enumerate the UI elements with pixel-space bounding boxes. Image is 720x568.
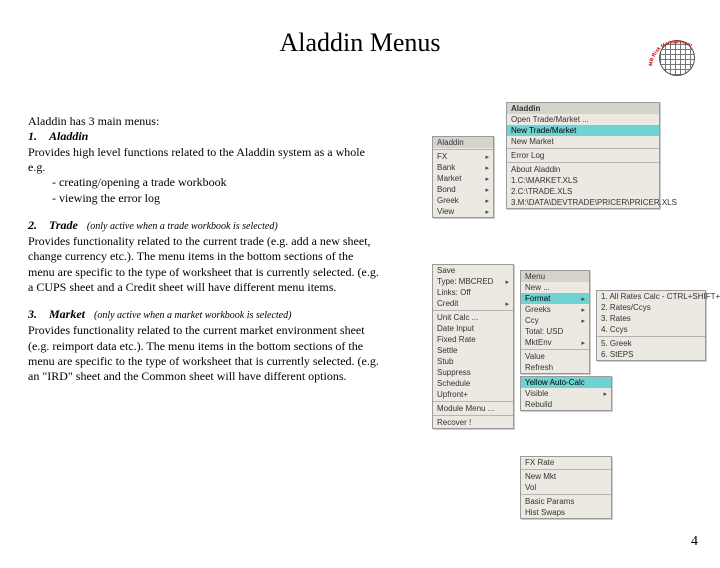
menu-item[interactable]: Hist Swaps xyxy=(521,507,611,518)
sec2-body: Provides functionality related to the cu… xyxy=(28,234,380,295)
chevron-right-icon: ▸ xyxy=(581,339,585,347)
menu-item[interactable]: Type: MBCRED▸ xyxy=(433,276,513,287)
logo-text: MB Risk Management xyxy=(648,39,693,66)
body-text: Aladdin has 3 main menus: 1. Aladdin Pro… xyxy=(28,114,380,397)
intro-line: Aladdin has 3 main menus: xyxy=(28,114,380,129)
menu-item[interactable]: Basic Params xyxy=(521,496,611,507)
menu-item[interactable]: 2.C:\TRADE.XLS xyxy=(507,186,659,197)
menu-item[interactable]: Market▸ xyxy=(433,173,493,184)
page-title: Aladdin Menus xyxy=(0,28,720,58)
menu-item[interactable]: View▸ xyxy=(433,206,493,217)
menu-item[interactable]: Error Log xyxy=(507,150,659,161)
sec1-bullet2: - viewing the error log xyxy=(28,191,380,206)
menu-item[interactable]: 4. Ccys xyxy=(597,324,705,335)
sec3-note: (only active when a market workbook is s… xyxy=(94,310,291,321)
menu-item[interactable]: About Aladdin xyxy=(507,164,659,175)
logo: MB Risk Management xyxy=(648,34,706,82)
chevron-right-icon: ▸ xyxy=(505,300,509,308)
menu-item[interactable]: Bond▸ xyxy=(433,184,493,195)
menu-aladdin-dropdown: Aladdin Open Trade/Market ... New Trade/… xyxy=(506,102,660,209)
sec3-num: 3. xyxy=(28,307,37,321)
sec2-note: (only active when a trade workbook is se… xyxy=(87,221,278,232)
menu-item[interactable]: Open Trade/Market ... xyxy=(507,114,659,125)
menu-item[interactable]: Bank▸ xyxy=(433,162,493,173)
sec3-name: Market xyxy=(49,307,85,321)
sec1-bullet1: - creating/opening a trade workbook xyxy=(28,175,380,190)
menu-item[interactable]: Module Menu ... xyxy=(433,403,513,414)
menu-item[interactable]: Ccy▸ xyxy=(521,315,589,326)
menu-market-bottom: FX Rate New Mkt Vol Basic Params Hist Sw… xyxy=(520,456,612,519)
menu-item[interactable]: 1.C:\MARKET.XLS xyxy=(507,175,659,186)
menu-item-highlighted[interactable]: Format▸ xyxy=(521,293,589,304)
menu-item[interactable]: Fixed Rate xyxy=(433,334,513,345)
menu-item[interactable]: 5. Greek xyxy=(597,338,705,349)
menu-header: Aladdin xyxy=(433,137,493,148)
menu-header: Menu xyxy=(521,271,589,282)
sec1-num: 1. xyxy=(28,129,37,143)
chevron-right-icon: ▸ xyxy=(581,317,585,325)
svg-text:MB Risk Management: MB Risk Management xyxy=(648,39,693,66)
sec2-name: Trade xyxy=(49,218,78,232)
menu-item[interactable]: Value xyxy=(521,351,589,362)
menu-item[interactable]: FX▸ xyxy=(433,151,493,162)
menu-item[interactable]: MktEnv▸ xyxy=(521,337,589,348)
menu-item[interactable]: New Mkt xyxy=(521,471,611,482)
page-number: 4 xyxy=(691,534,698,550)
chevron-right-icon: ▸ xyxy=(581,295,585,303)
menu-trade-left: Save Type: MBCRED▸ Links: Off Credit▸ Un… xyxy=(432,264,514,429)
menu-item[interactable]: 1. All Rates Calc - CTRL+SHIFT+R xyxy=(597,291,705,302)
menu-trade-submenu: 1. All Rates Calc - CTRL+SHIFT+R 2. Rate… xyxy=(596,290,706,361)
menu-item[interactable]: New ... xyxy=(521,282,589,293)
menu-market-top: Yellow Auto-Calc Visible▸ Rebuild xyxy=(520,376,612,411)
chevron-right-icon: ▸ xyxy=(485,153,489,161)
menu-item[interactable]: Upfront+ xyxy=(433,389,513,400)
menu-item[interactable]: Greeks▸ xyxy=(521,304,589,315)
sec1-name: Aladdin xyxy=(49,129,88,143)
menu-item[interactable]: Rebuild xyxy=(521,399,611,410)
menu-item[interactable]: Date Input xyxy=(433,323,513,334)
menu-item[interactable]: 6. StEPS xyxy=(597,349,705,360)
menu-item[interactable]: 2. Rates/Ccys xyxy=(597,302,705,313)
chevron-right-icon: ▸ xyxy=(581,306,585,314)
menu-item-highlighted[interactable]: New Trade/Market xyxy=(507,125,659,136)
menu-item[interactable]: Credit▸ xyxy=(433,298,513,309)
menu-item[interactable]: Links: Off xyxy=(433,287,513,298)
chevron-right-icon: ▸ xyxy=(485,197,489,205)
chevron-right-icon: ▸ xyxy=(603,390,607,398)
menu-item[interactable]: Save xyxy=(433,265,513,276)
menu-item[interactable]: Vol xyxy=(521,482,611,493)
menu-item[interactable]: 3. Rates xyxy=(597,313,705,324)
menu-item[interactable]: FX Rate xyxy=(521,457,611,468)
menu-header: Aladdin xyxy=(507,103,659,114)
menu-item[interactable]: New Market xyxy=(507,136,659,147)
chevron-right-icon: ▸ xyxy=(505,278,509,286)
chevron-right-icon: ▸ xyxy=(485,175,489,183)
menu-item-highlighted[interactable]: Yellow Auto-Calc xyxy=(521,377,611,388)
menu-item[interactable]: Greek▸ xyxy=(433,195,493,206)
sec2-num: 2. xyxy=(28,218,37,232)
menu-item[interactable]: Suppress xyxy=(433,367,513,378)
menu-item[interactable]: Settle xyxy=(433,345,513,356)
sec1-body: Provides high level functions related to… xyxy=(28,145,380,176)
sec3-body: Provides functionality related to the cu… xyxy=(28,323,380,384)
menu-aladdin-tabs: Aladdin FX▸ Bank▸ Market▸ Bond▸ Greek▸ V… xyxy=(432,136,494,218)
chevron-right-icon: ▸ xyxy=(485,164,489,172)
chevron-right-icon: ▸ xyxy=(485,186,489,194)
chevron-right-icon: ▸ xyxy=(485,208,489,216)
menu-item[interactable]: Total: USD xyxy=(521,326,589,337)
menu-item[interactable]: Unit Calc ... xyxy=(433,312,513,323)
logo-arc: MB Risk Management xyxy=(648,34,706,82)
menu-item[interactable]: Stub xyxy=(433,356,513,367)
menu-item[interactable]: Schedule xyxy=(433,378,513,389)
menu-trade-mid: Menu New ... Format▸ Greeks▸ Ccy▸ Total:… xyxy=(520,270,590,374)
menu-item[interactable]: Visible▸ xyxy=(521,388,611,399)
menu-item[interactable]: 3.M:\DATA\DEVTRADE\PRICER\PRICER.XLS xyxy=(507,197,659,208)
menu-item[interactable]: Refresh xyxy=(521,362,589,373)
menu-item[interactable]: Recover ! xyxy=(433,417,513,428)
